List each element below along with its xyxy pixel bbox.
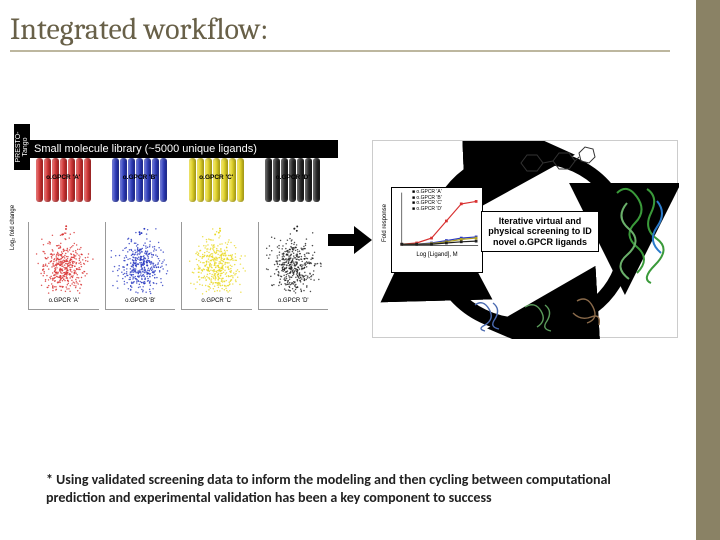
protein-structure-icon: [469, 299, 507, 333]
protein-structure-icon: [519, 299, 557, 333]
receptor-barrel: o.GPCR 'C': [181, 158, 252, 214]
footnote-text: * Using validated screening data to info…: [46, 471, 636, 506]
receptor-barrel-row: o.GPCR 'A' o.GPCR 'B' o.GPCR 'C' o.GPCR …: [28, 158, 328, 214]
arrow-icon: [328, 226, 372, 254]
plot-legend: o.GPCR 'A' o.GPCR 'B' o.GPCR 'C' o.GPCR …: [412, 190, 442, 212]
library-header: Small molecule library (~5000 unique lig…: [28, 140, 338, 158]
receptor-barrel: o.GPCR 'B': [105, 158, 176, 214]
scatter-plot: o.GPCR 'B': [105, 222, 176, 310]
protein-structure-icon: [569, 295, 607, 329]
workflow-figure: Small molecule library (~5000 unique lig…: [28, 140, 678, 340]
dose-response-plot: Fold response o.GPCR 'A' o.GPCR 'B' o.GP…: [391, 187, 483, 273]
slide-accent-bar: [696, 0, 720, 540]
scatter-plot: o.GPCR 'A': [28, 222, 99, 310]
cycle-caption: Iterative virtual and physical screening…: [481, 211, 599, 252]
protein-structure-icon: [607, 183, 673, 287]
iterative-cycle-panel: Fold response o.GPCR 'A' o.GPCR 'B' o.GP…: [372, 140, 678, 338]
receptor-barrel: o.GPCR 'D': [258, 158, 329, 214]
scatter-row: o.GPCR 'A' o.GPCR 'B' o.GPCR 'C' o.GPCR …: [28, 222, 328, 310]
scatter-plot: o.GPCR 'C': [181, 222, 252, 310]
scatter-plot: o.GPCR 'D': [258, 222, 329, 310]
slide-title: Integrated workflow:: [0, 0, 720, 47]
chemical-structure-icon: [513, 143, 603, 183]
title-underline: [10, 50, 670, 52]
receptor-barrel: o.GPCR 'A': [28, 158, 99, 214]
scatter-ylabel: Log₂ fold change: [10, 205, 16, 250]
